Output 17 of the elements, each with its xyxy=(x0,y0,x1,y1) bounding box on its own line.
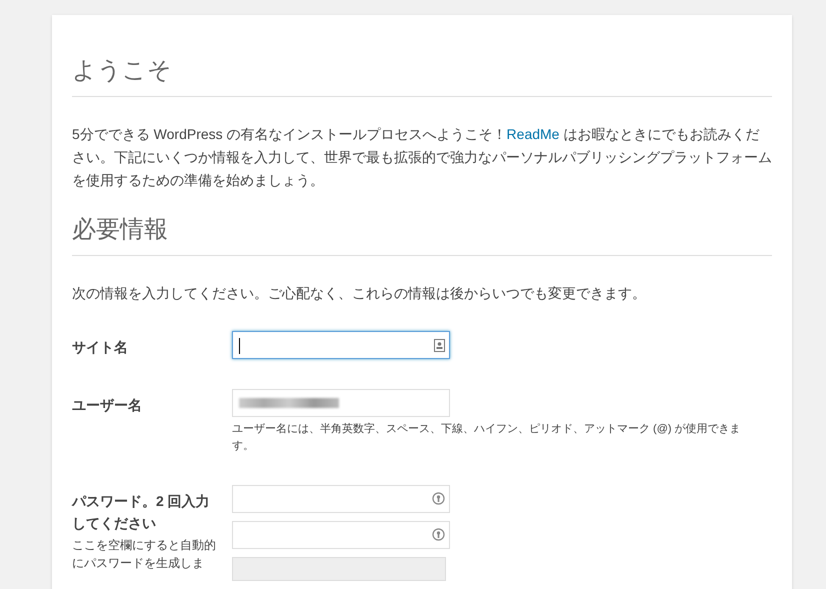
section-heading: 必要情報 xyxy=(72,214,772,256)
site-name-field[interactable] xyxy=(232,331,450,360)
key-icon xyxy=(432,492,445,506)
field-label: ユーザー名 xyxy=(72,396,143,416)
field-hint: ユーザー名には、半角英数字、スペース、下線、ハイフン、ピリオド、アットマーク (@) が使用できます。 xyxy=(232,422,742,454)
contact-card-icon xyxy=(434,338,445,352)
field-label: サイト名 xyxy=(72,338,129,358)
instruction-text: 次の情報を入力してください。ご心配なく、これらの情報は後からいつでも変更できます。 xyxy=(72,284,647,304)
field-hint: ここを空欄にすると自動的にパスワードを生成しま xyxy=(72,537,217,572)
username-field[interactable] xyxy=(232,389,450,418)
readme-link[interactable]: ReadMe xyxy=(506,126,560,142)
key-icon xyxy=(432,528,445,542)
section-heading: ようこそ xyxy=(72,55,772,98)
password-field[interactable] xyxy=(232,521,450,550)
field-label: パスワード。2 回入力してください xyxy=(72,492,211,534)
intro-paragraph: 5分でできる WordPress の有名なインストールプロセスへようこそ！ReadMe はお暇なときにでもお読みください。下記にいくつか情報を入力して、世界で最も拡張的で強力なパーソナルパブリッシングプラットフォームを使用するための準備を始めましょう。 xyxy=(72,125,772,190)
password-field[interactable] xyxy=(232,485,450,514)
